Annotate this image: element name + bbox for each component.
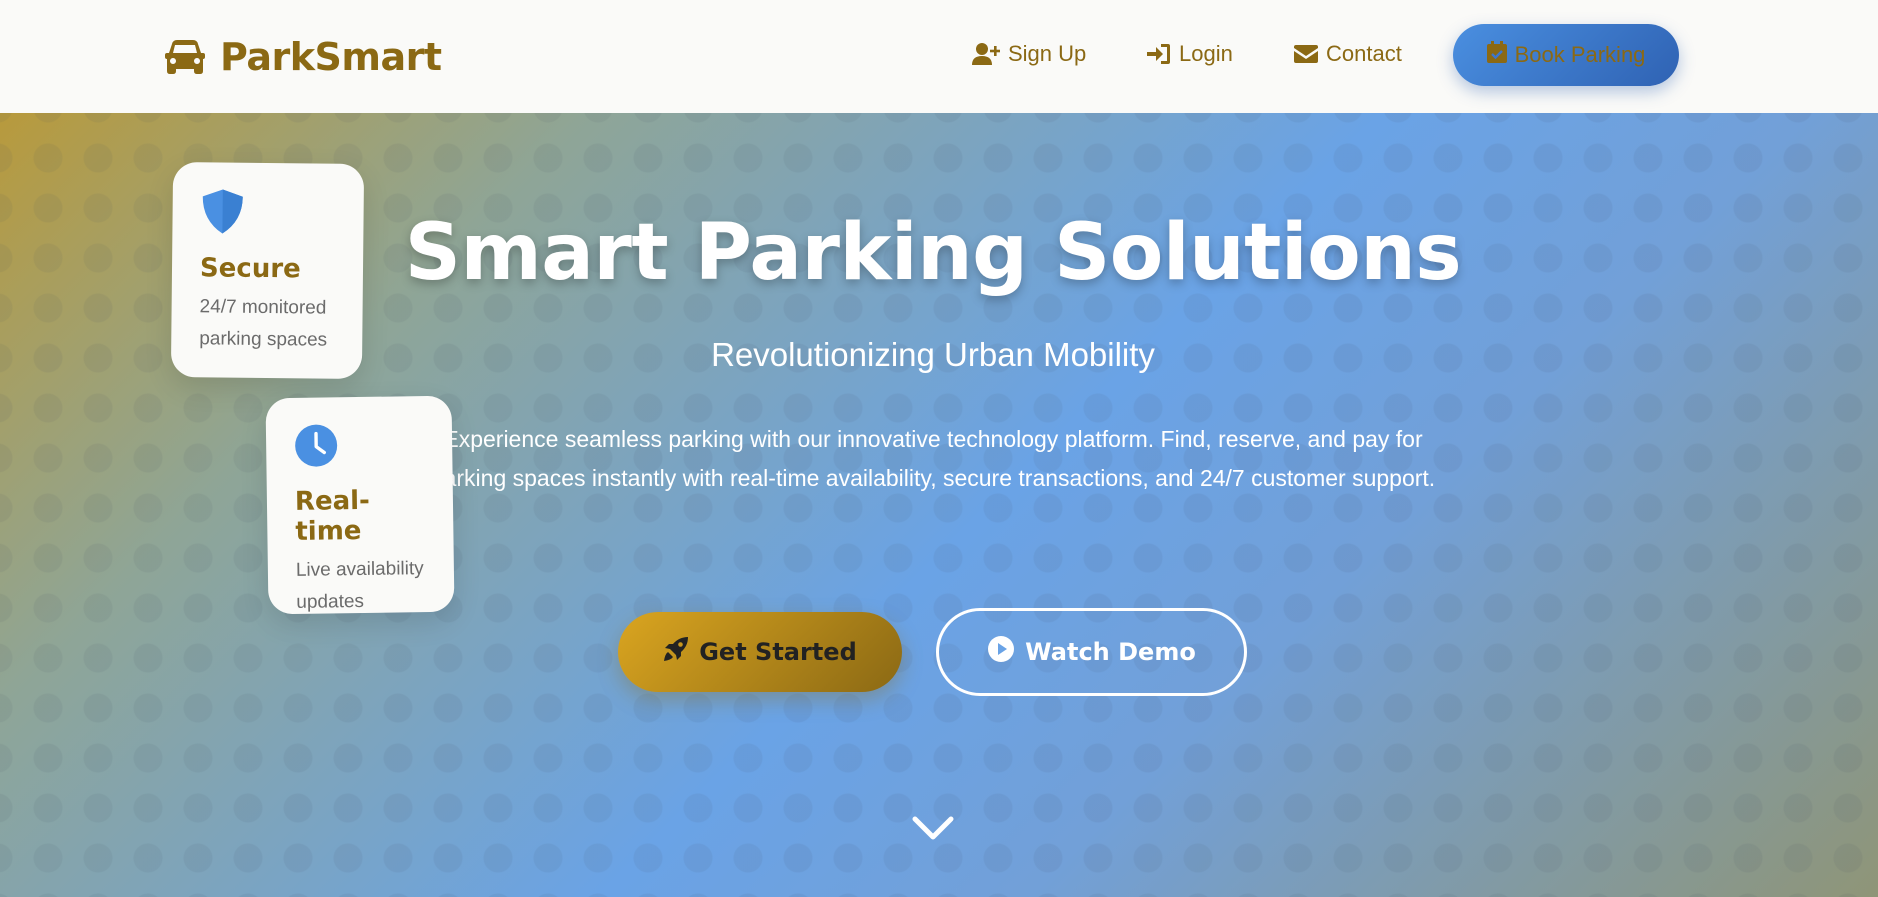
rocket-icon [663,636,689,668]
feature-card-secure: Secure 24/7 monitored parking spaces [170,162,365,379]
clock-icon [294,422,425,473]
feature-card-realtime: Real-time Live availability updates [265,395,455,615]
brand-name: ParkSmart [220,35,442,79]
nav-contact-label: Contact [1326,41,1402,66]
user-plus-icon [972,42,1000,66]
watch-demo-label: Watch Demo [1025,638,1196,666]
car-icon [164,38,206,76]
feature-text: 24/7 monitored parking spaces [199,296,328,351]
navbar: ParkSmart Sign Up Login Contact Book Par… [0,0,1878,113]
hero-description: Experience seamless parking with our inn… [430,426,1436,491]
feature-title: Real-time [294,485,371,547]
nav-contact-link[interactable]: Contact [1294,38,1402,70]
nav-login-label: Login [1179,41,1233,66]
sign-in-icon [1147,43,1171,65]
envelope-icon [1294,44,1318,64]
feature-text: Live availability updates [295,558,424,613]
book-parking-label: Book Parking [1514,42,1646,67]
calendar-check-icon [1486,41,1507,69]
play-circle-icon [987,635,1015,669]
nav-sign-up-label: Sign Up [1008,41,1087,66]
book-parking-button[interactable]: Book Parking [1453,24,1679,86]
watch-demo-button[interactable]: Watch Demo [936,608,1247,696]
nav-login-link[interactable]: Login [1147,38,1233,70]
brand-logo[interactable]: ParkSmart [164,34,442,80]
get-started-button[interactable]: Get Started [618,612,902,692]
feature-title: Secure [199,253,301,285]
get-started-label: Get Started [699,638,857,666]
shield-icon [200,188,336,240]
nav-sign-up-link[interactable]: Sign Up [972,38,1086,70]
chevron-down-icon[interactable] [911,813,955,843]
